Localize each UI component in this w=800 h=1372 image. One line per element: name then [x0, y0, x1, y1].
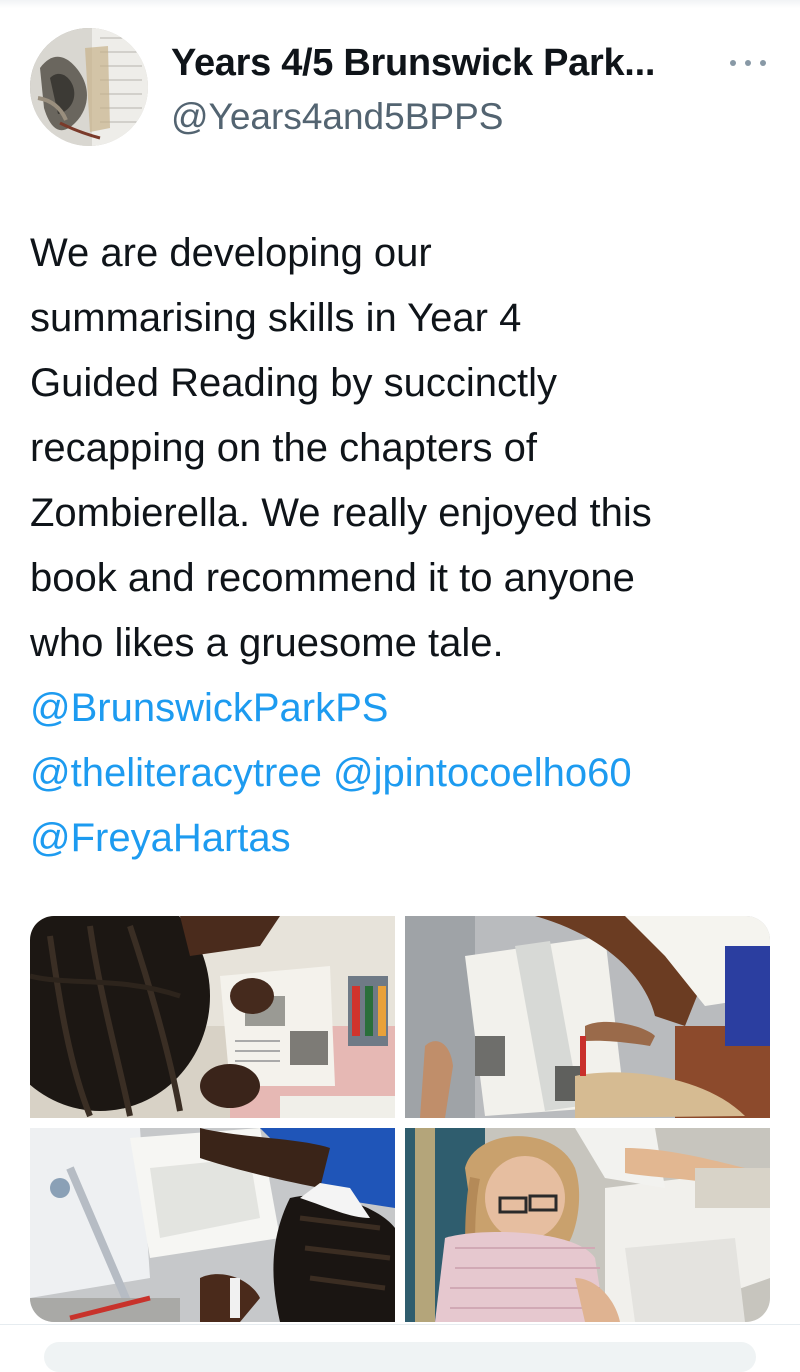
more-dot [730, 60, 736, 66]
photo-2-image [405, 916, 770, 1118]
mention-freyahartas[interactable]: @FreyaHartas [30, 816, 291, 860]
avatar-image [30, 28, 148, 146]
tweet-text-line: Zombierella. We really enjoyed this [30, 491, 652, 535]
tweet-text-line: Guided Reading by succinctly [30, 361, 557, 405]
tweet-text-line: summarising skills in Year 4 [30, 296, 522, 340]
mention-jpintocoelho60[interactable]: @jpintocoelho60 [333, 751, 632, 795]
tweet-text-line: We are developing our [30, 231, 432, 275]
mention-line: @theliteracytree @jpintocoelho60 [30, 741, 780, 806]
photo-3[interactable] [30, 1128, 395, 1322]
tweet-text: We are developing our summarising skills… [30, 221, 780, 871]
divider [0, 1324, 800, 1325]
mention-line: @BrunswickParkPS [30, 676, 780, 741]
display-name[interactable]: Years 4/5 Brunswick Park... [171, 42, 655, 85]
tweet-text-line: recapping on the chapters of [30, 426, 538, 470]
photo-2[interactable] [405, 916, 770, 1118]
user-handle[interactable]: @Years4and5BPPS [171, 96, 503, 138]
photo-1[interactable] [30, 916, 395, 1118]
tweet-header: Years 4/5 Brunswick Park... @Years4and5B… [30, 28, 770, 152]
mention-theliteracytree[interactable]: @theliteracytree [30, 751, 322, 795]
mention-line: @FreyaHartas [30, 806, 780, 871]
photo-3-image [30, 1128, 395, 1322]
reply-input-bar[interactable] [44, 1342, 756, 1372]
photo-4[interactable] [405, 1128, 770, 1322]
more-dot [745, 60, 751, 66]
photo-1-image [30, 916, 395, 1118]
mention-brunswickparkps[interactable]: @BrunswickParkPS [30, 686, 388, 730]
media-grid [30, 916, 770, 1322]
more-dot [760, 60, 766, 66]
photo-4-image [405, 1128, 770, 1322]
more-horizontal-icon[interactable] [726, 48, 770, 78]
tweet-text-line: who likes a gruesome tale. [30, 621, 504, 665]
avatar[interactable] [30, 28, 148, 146]
tweet-text-line: book and recommend it to anyone [30, 556, 635, 600]
top-edge [0, 0, 800, 8]
